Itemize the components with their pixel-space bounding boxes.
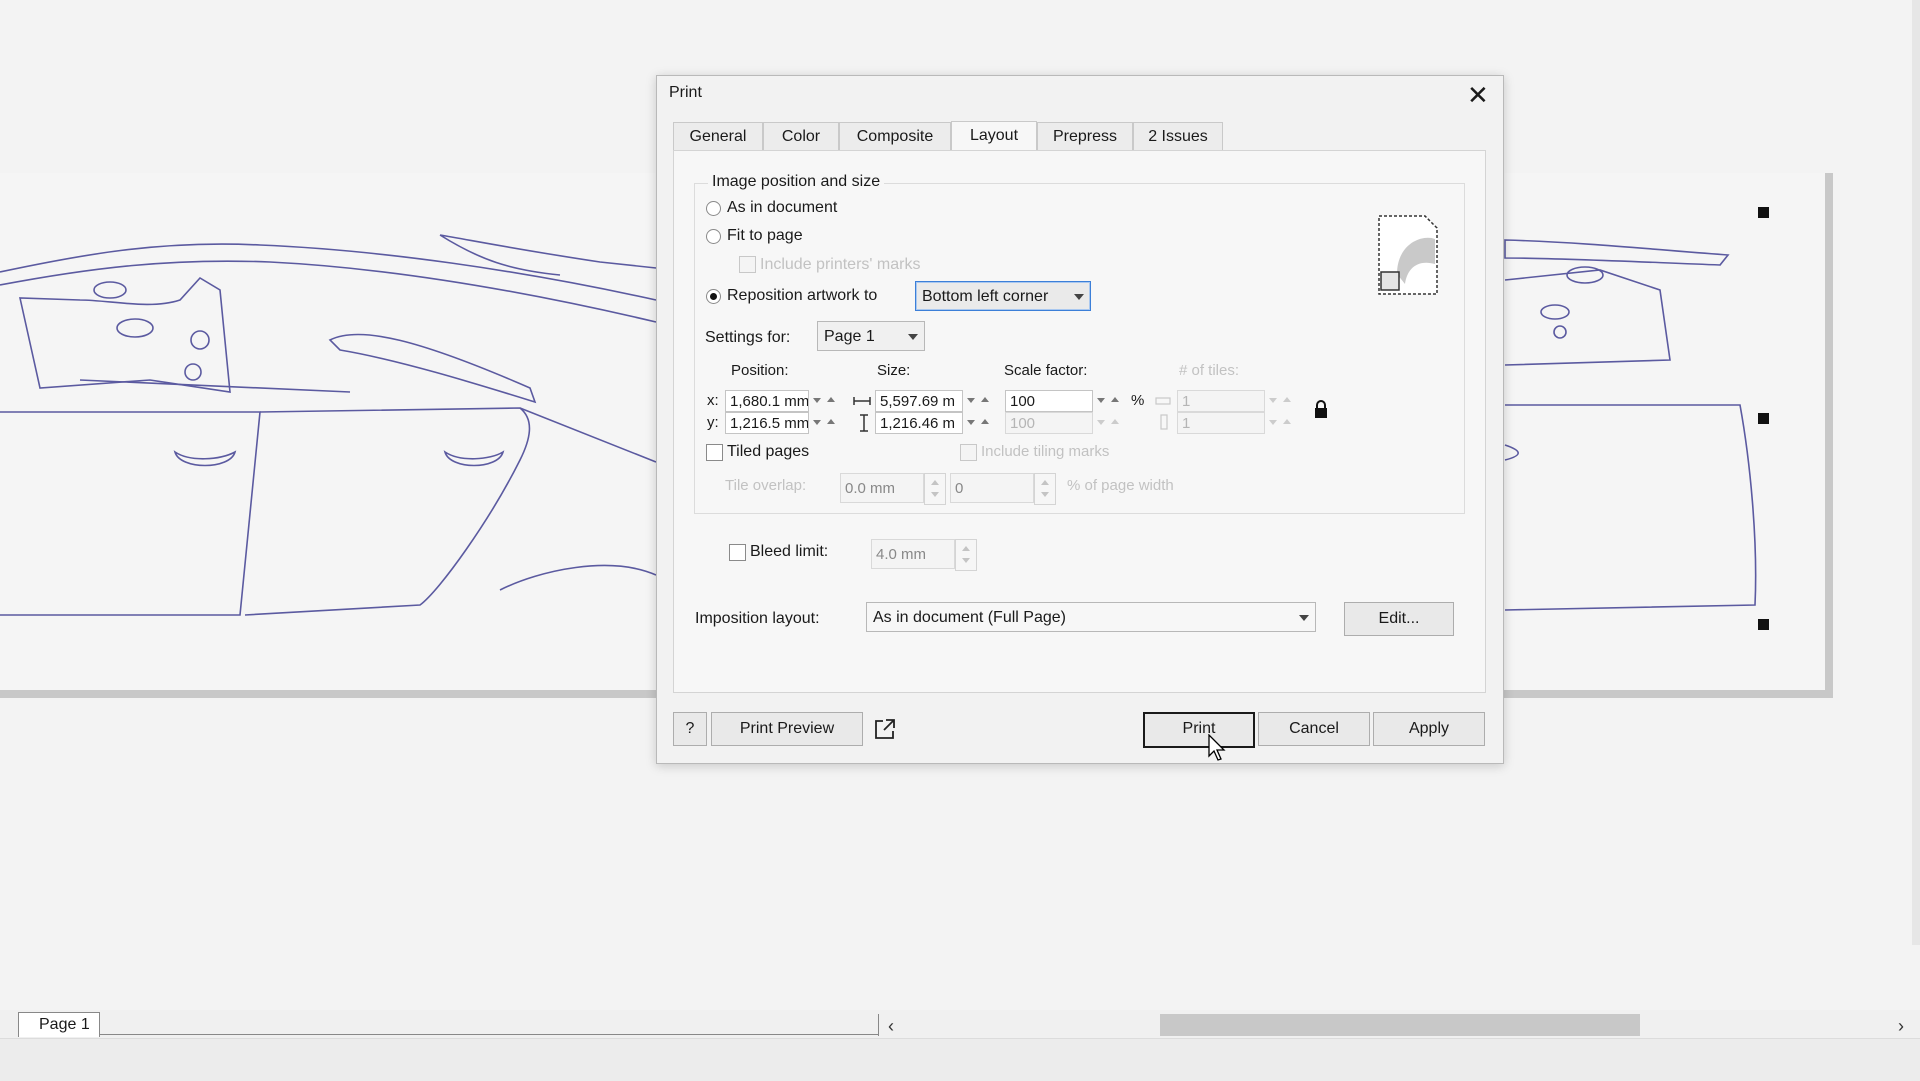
page-tab-track <box>100 1034 878 1035</box>
width-icon <box>853 397 871 405</box>
settings-for-value: Page 1 <box>824 328 875 345</box>
tiles-x-stepper[interactable] <box>1265 390 1295 412</box>
scale-x-field[interactable]: 100 <box>1005 390 1093 412</box>
close-icon[interactable]: ✕ <box>1467 80 1489 111</box>
include-printers-marks-checkbox[interactable] <box>739 256 756 273</box>
page-width-percent-field[interactable]: 0 <box>950 473 1034 503</box>
reposition-artwork-radio[interactable] <box>706 289 721 304</box>
size-header: Size: <box>877 362 911 379</box>
tab-color[interactable]: Color <box>763 122 839 150</box>
percent-label: % <box>1131 392 1145 409</box>
chevron-down-icon <box>1299 615 1309 621</box>
scroll-left-icon[interactable]: ‹ <box>888 1016 894 1037</box>
page-tab-track-end <box>878 1014 879 1036</box>
size-width-field[interactable]: 5,597.69 m <box>875 390 963 412</box>
size-width-stepper[interactable] <box>963 390 993 412</box>
chevron-down-icon <box>1074 294 1084 300</box>
tab-issues[interactable]: 2 Issues <box>1133 122 1223 150</box>
print-dialog: Print ✕ General Color Composite Layout P… <box>656 75 1504 764</box>
cancel-button[interactable]: Cancel <box>1258 712 1370 746</box>
position-x-stepper[interactable] <box>809 390 839 412</box>
dialog-title: Print <box>669 84 702 101</box>
tiled-pages-checkbox[interactable] <box>706 444 723 461</box>
include-printers-marks-label: Include printers' marks <box>760 256 921 273</box>
scale-x-stepper[interactable] <box>1093 390 1123 412</box>
settings-for-select[interactable]: Page 1 <box>817 321 925 351</box>
tile-overlap-label: Tile overlap: <box>725 477 807 494</box>
position-y-field[interactable]: 1,216.5 mm <box>725 412 809 434</box>
as-in-document-radio[interactable] <box>706 201 721 216</box>
scale-y-field[interactable]: 100 <box>1005 412 1093 434</box>
fit-to-page-label[interactable]: Fit to page <box>727 227 803 245</box>
tiles-x-field[interactable]: 1 <box>1177 390 1265 412</box>
include-tiling-marks-checkbox[interactable] <box>960 444 977 461</box>
tile-overlap-field[interactable]: 0.0 mm <box>840 473 924 503</box>
tab-layout[interactable]: Layout <box>951 121 1037 151</box>
page-preview-icon <box>1378 215 1438 295</box>
selection-handle-bottom[interactable] <box>1758 619 1769 630</box>
x-label: x: <box>707 392 719 409</box>
bleed-limit-checkbox[interactable] <box>729 544 746 561</box>
edit-button[interactable]: Edit... <box>1344 602 1454 636</box>
tiles-y-field[interactable]: 1 <box>1177 412 1265 434</box>
selection-handle-top[interactable] <box>1758 207 1769 218</box>
size-height-stepper[interactable] <box>963 412 993 434</box>
reposition-select[interactable]: Bottom left corner <box>915 281 1091 311</box>
cursor-icon <box>1208 734 1226 761</box>
image-position-group <box>694 183 1465 514</box>
size-height-field[interactable]: 1,216.46 m <box>875 412 963 434</box>
tile-overlap-stepper[interactable] <box>924 473 946 505</box>
position-y-stepper[interactable] <box>809 412 839 434</box>
print-preview-button[interactable]: Print Preview <box>711 712 863 746</box>
position-header: Position: <box>731 362 789 379</box>
page-width-percent-stepper[interactable] <box>1034 473 1056 505</box>
status-bar <box>0 1038 1920 1081</box>
tiles-y-stepper[interactable] <box>1265 412 1295 434</box>
settings-for-label: Settings for: <box>705 329 791 346</box>
fit-to-page-radio[interactable] <box>706 229 721 244</box>
page-tab-1[interactable]: Page 1 <box>18 1012 100 1037</box>
as-in-document-label[interactable]: As in document <box>727 199 837 217</box>
group-title: Image position and size <box>708 173 885 191</box>
chevron-down-icon <box>908 334 918 340</box>
imposition-layout-value: As in document (Full Page) <box>873 609 1066 626</box>
reposition-select-value: Bottom left corner <box>922 288 1049 305</box>
imposition-layout-label: Imposition layout: <box>695 610 820 627</box>
bleed-limit-label[interactable]: Bleed limit: <box>750 543 828 561</box>
tiled-pages-label[interactable]: Tiled pages <box>727 443 809 461</box>
height-icon <box>860 414 868 432</box>
lock-icon[interactable] <box>1313 399 1329 419</box>
scale-y-stepper[interactable] <box>1093 412 1123 434</box>
page-width-percent-label: % of page width <box>1067 477 1174 494</box>
tile-width-icon <box>1155 397 1171 405</box>
tiles-header: # of tiles: <box>1179 362 1240 379</box>
y-label: y: <box>707 414 719 431</box>
selection-handle-middle[interactable] <box>1758 413 1769 424</box>
imposition-layout-select[interactable]: As in document (Full Page) <box>866 602 1316 632</box>
help-button[interactable]: ? <box>673 712 707 746</box>
bleed-limit-stepper[interactable] <box>955 539 977 571</box>
bleed-limit-field[interactable]: 4.0 mm <box>871 539 955 569</box>
tile-height-icon <box>1160 414 1168 430</box>
horizontal-scrollbar-thumb[interactable] <box>1160 1014 1640 1036</box>
tab-general[interactable]: General <box>673 122 763 150</box>
apply-button[interactable]: Apply <box>1373 712 1485 746</box>
tab-prepress[interactable]: Prepress <box>1037 122 1133 150</box>
reposition-artwork-label[interactable]: Reposition artwork to <box>727 287 877 305</box>
position-x-field[interactable]: 1,680.1 mm <box>725 390 809 412</box>
scale-factor-header: Scale factor: <box>1004 362 1088 379</box>
print-button[interactable]: Print <box>1143 712 1255 748</box>
scroll-right-icon[interactable]: › <box>1898 1016 1904 1037</box>
tab-composite[interactable]: Composite <box>839 122 951 150</box>
include-tiling-marks-label: Include tiling marks <box>981 443 1110 460</box>
external-window-icon[interactable] <box>873 717 897 741</box>
